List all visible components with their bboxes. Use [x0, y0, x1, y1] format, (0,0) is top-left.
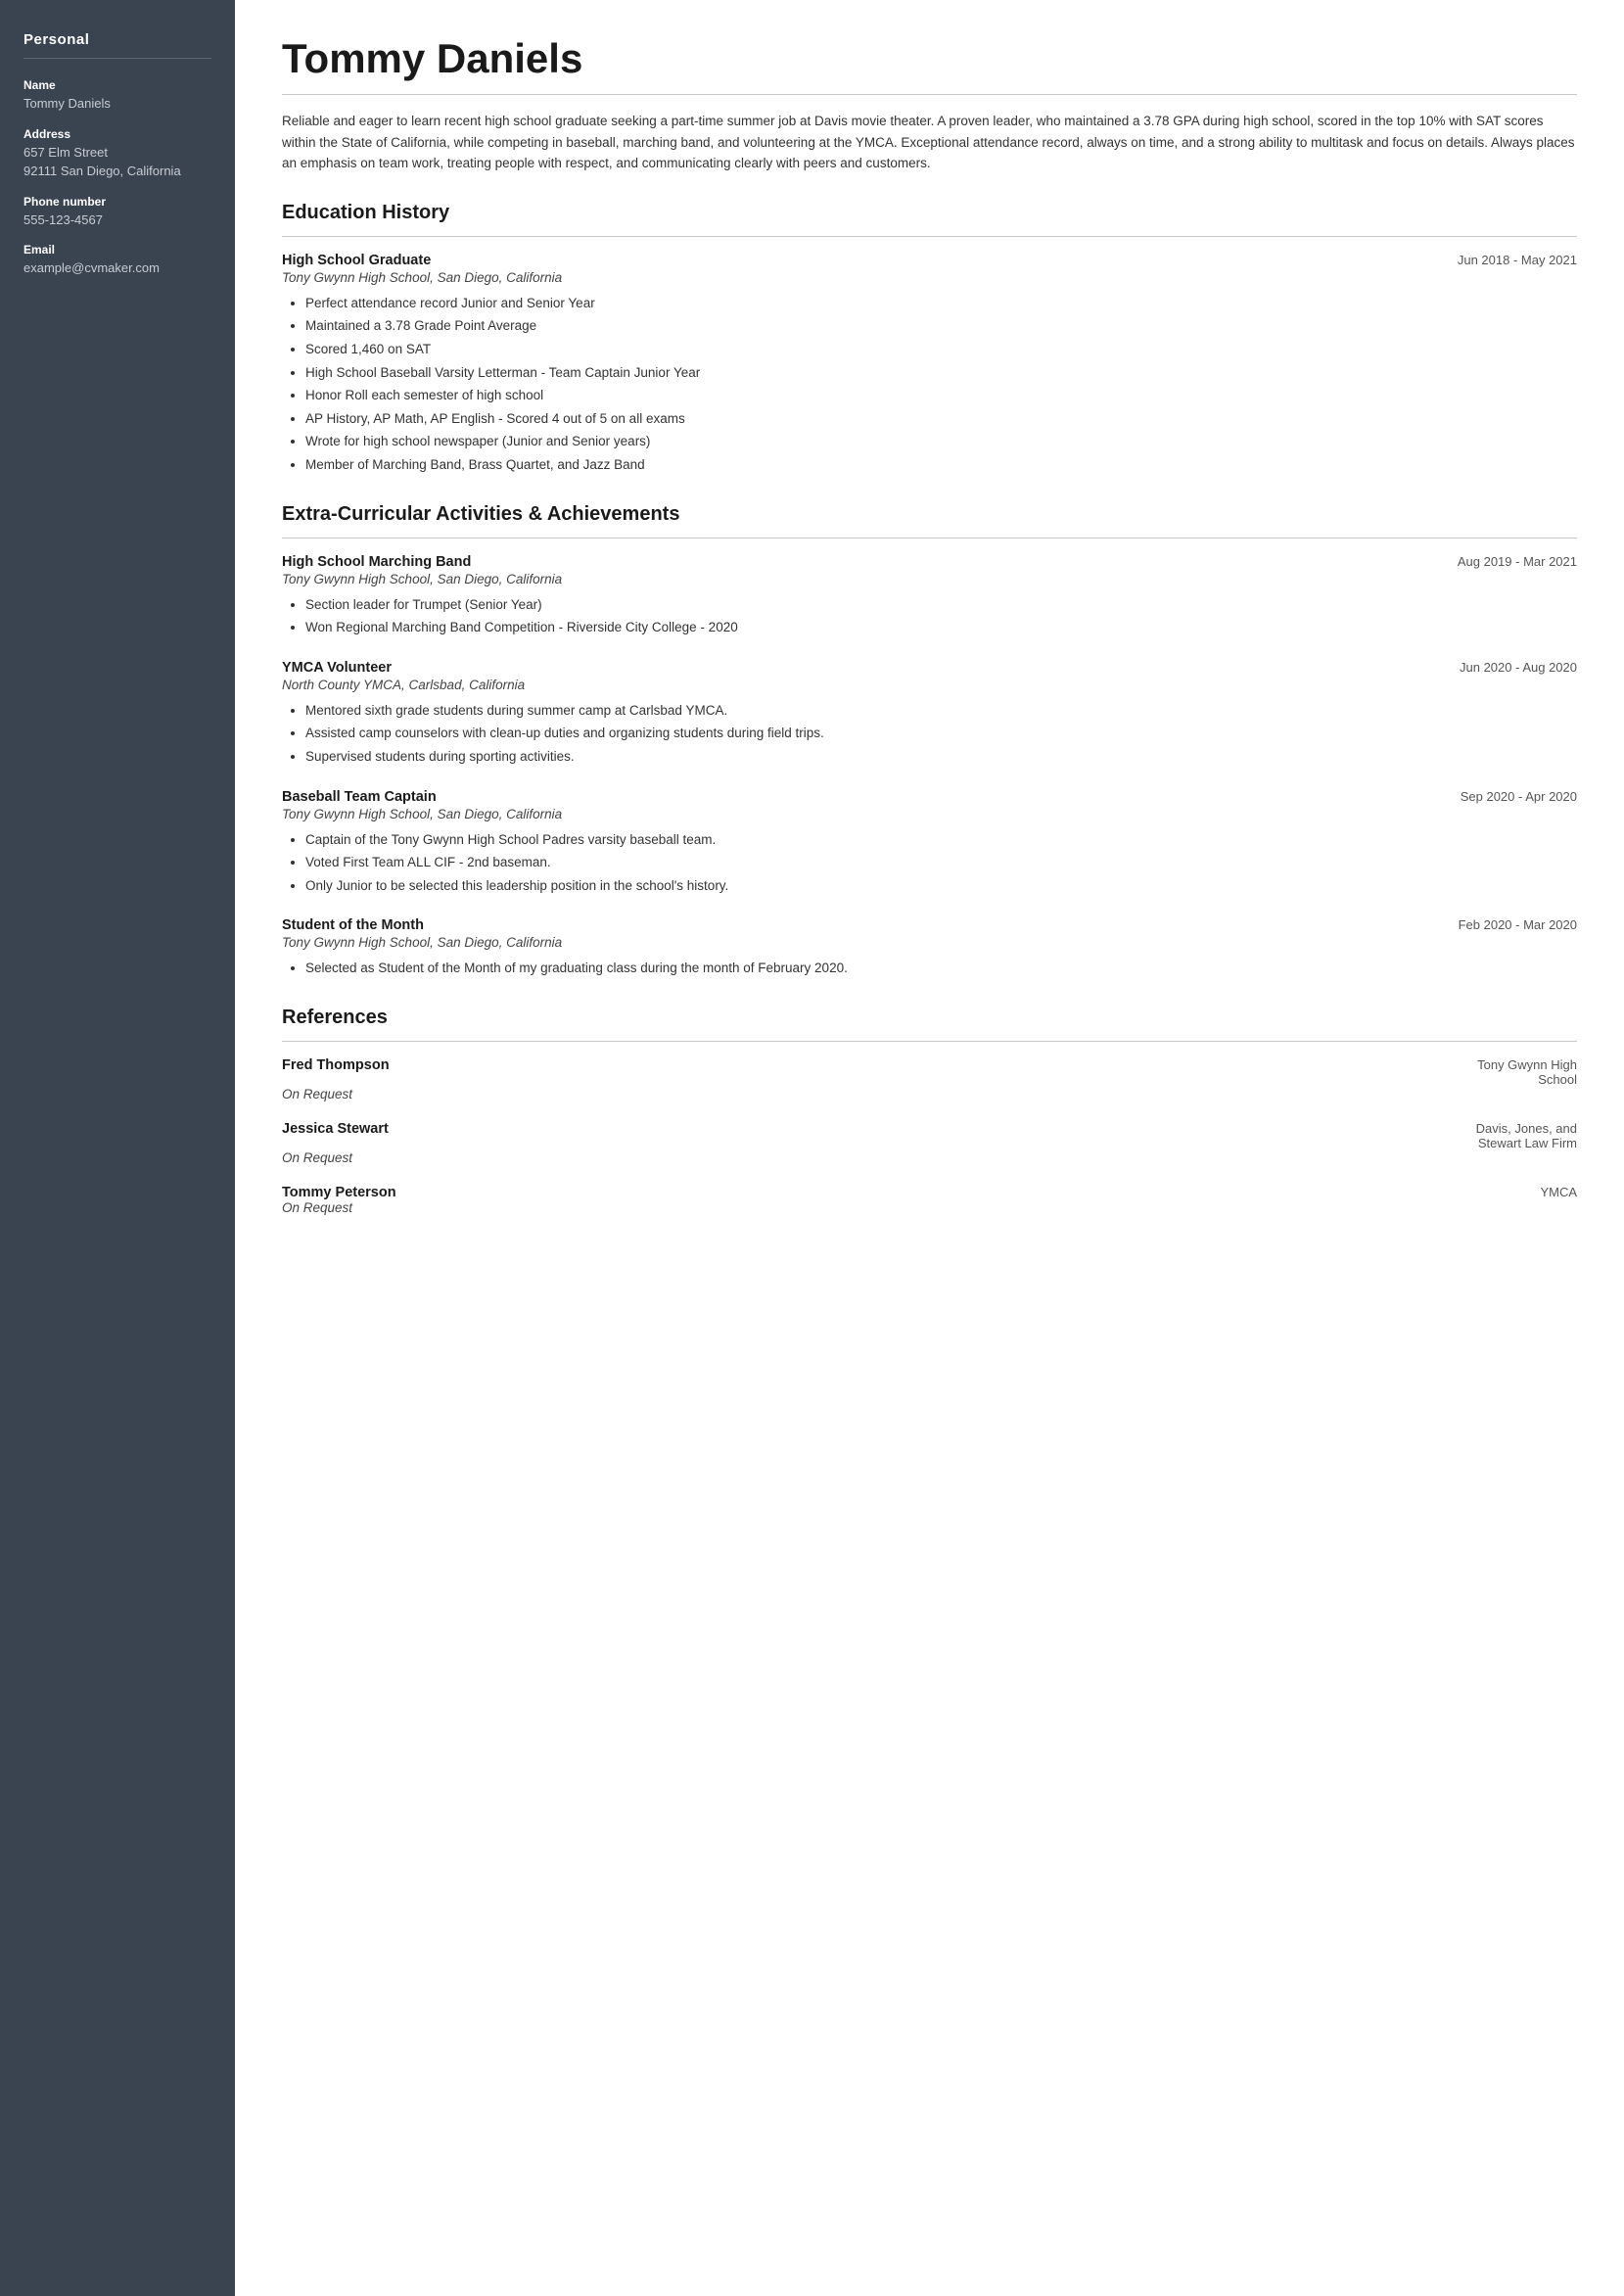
entry-subtitle: Tony Gwynn High School, San Diego, Calif…	[282, 807, 1577, 821]
entry-subtitle: North County YMCA, Carlsbad, California	[282, 678, 1577, 692]
ref-name: Fred Thompson	[282, 1057, 390, 1073]
list-item: Assisted camp counselors with clean-up d…	[305, 723, 1577, 744]
ref-subtitle: On Request	[282, 1150, 1577, 1165]
entry: YMCA Volunteer Jun 2020 - Aug 2020 North C…	[282, 660, 1577, 768]
entry-subtitle: Tony Gwynn High School, San Diego, Calif…	[282, 935, 1577, 950]
ref-entry: Tommy Peterson YMCAOn Request	[282, 1185, 1577, 1215]
entry: High School Graduate Jun 2018 - May 2021 T…	[282, 253, 1577, 476]
summary-text: Reliable and eager to learn recent high …	[282, 111, 1577, 174]
ref-entry: Fred Thompson Tony Gwynn HighSchoolOn Req…	[282, 1057, 1577, 1101]
resume-name: Tommy Daniels	[282, 35, 1577, 82]
list-item: Wrote for high school newspaper (Junior …	[305, 431, 1577, 452]
list-item: Maintained a 3.78 Grade Point Average	[305, 315, 1577, 337]
section-divider	[282, 236, 1577, 237]
entry-date: Feb 2020 - Mar 2020	[1459, 917, 1577, 932]
entry-title: YMCA Volunteer	[282, 660, 392, 676]
entry-title: High School Graduate	[282, 253, 431, 268]
section-title: References	[282, 1007, 1577, 1029]
ref-org: YMCA	[1540, 1185, 1577, 1199]
sidebar: Personal Name Tommy Daniels Address 657 Elm…	[0, 0, 235, 2296]
bullet-list: Captain of the Tony Gwynn High School Pa…	[282, 829, 1577, 897]
section-block: Education History High School Graduate Jun…	[282, 202, 1577, 476]
sidebar-field-label: Email	[23, 243, 211, 257]
bullet-list: Perfect attendance record Junior and Sen…	[282, 293, 1577, 476]
entry-date: Sep 2020 - Apr 2020	[1461, 789, 1577, 804]
ref-header: Fred Thompson Tony Gwynn HighSchool	[282, 1057, 1577, 1087]
entry-header: Student of the Month Feb 2020 - Mar 2020	[282, 917, 1577, 933]
ref-name: Tommy Peterson	[282, 1185, 396, 1200]
list-item: Captain of the Tony Gwynn High School Pa…	[305, 829, 1577, 851]
section-block: Extra-Curricular Activities & Achievemen…	[282, 503, 1577, 979]
bullet-list: Mentored sixth grade students during sum…	[282, 700, 1577, 768]
entry-header: High School Graduate Jun 2018 - May 2021	[282, 253, 1577, 268]
list-item: Only Junior to be selected this leadersh…	[305, 875, 1577, 897]
entry-header: YMCA Volunteer Jun 2020 - Aug 2020	[282, 660, 1577, 676]
sidebar-fields: Name Tommy Daniels Address 657 Elm Street92…	[23, 78, 211, 278]
section-title: Extra-Curricular Activities & Achievemen…	[282, 503, 1577, 526]
bullet-list: Section leader for Trumpet (Senior Year)…	[282, 594, 1577, 638]
entry-subtitle: Tony Gwynn High School, San Diego, Calif…	[282, 270, 1577, 285]
main-content: Tommy Daniels Reliable and eager to lear…	[235, 0, 1624, 2296]
sidebar-field-value: example@cvmaker.com	[23, 258, 211, 278]
list-item: Scored 1,460 on SAT	[305, 339, 1577, 360]
list-item: Member of Marching Band, Brass Quartet, …	[305, 454, 1577, 476]
list-item: Section leader for Trumpet (Senior Year)	[305, 594, 1577, 616]
ref-subtitle: On Request	[282, 1200, 1577, 1215]
sidebar-field-value: Tommy Daniels	[23, 94, 211, 114]
list-item: Perfect attendance record Junior and Sen…	[305, 293, 1577, 314]
list-item: Honor Roll each semester of high school	[305, 385, 1577, 406]
entry-title: Student of the Month	[282, 917, 424, 933]
sidebar-field-label: Phone number	[23, 195, 211, 209]
section-divider	[282, 538, 1577, 539]
sidebar-divider	[23, 58, 211, 59]
sidebar-field-value: 657 Elm Street92111 San Diego, Californi…	[23, 143, 211, 181]
entry-date: Jun 2018 - May 2021	[1458, 253, 1577, 267]
ref-header: Tommy Peterson YMCA	[282, 1185, 1577, 1200]
entry-subtitle: Tony Gwynn High School, San Diego, Calif…	[282, 572, 1577, 586]
list-item: Selected as Student of the Month of my g…	[305, 958, 1577, 979]
sidebar-section-title: Personal	[23, 31, 211, 48]
entry-header: Baseball Team Captain Sep 2020 - Apr 2020	[282, 789, 1577, 805]
entry-date: Aug 2019 - Mar 2021	[1458, 554, 1577, 569]
entry: Student of the Month Feb 2020 - Mar 2020 T…	[282, 917, 1577, 979]
entry: High School Marching Band Aug 2019 - Mar …	[282, 554, 1577, 638]
entry-date: Jun 2020 - Aug 2020	[1460, 660, 1577, 675]
list-item: High School Baseball Varsity Letterman -…	[305, 362, 1577, 384]
list-item: Voted First Team ALL CIF - 2nd baseman.	[305, 852, 1577, 873]
list-item: Supervised students during sporting acti…	[305, 746, 1577, 768]
entry-title: Baseball Team Captain	[282, 789, 437, 805]
sidebar-field-label: Address	[23, 127, 211, 141]
sidebar-field-label: Name	[23, 78, 211, 92]
entry: Baseball Team Captain Sep 2020 - Apr 2020…	[282, 789, 1577, 897]
entry-title: High School Marching Band	[282, 554, 471, 570]
main-sections: Education History High School Graduate Jun…	[282, 202, 1577, 1215]
ref-name: Jessica Stewart	[282, 1121, 389, 1137]
ref-subtitle: On Request	[282, 1087, 1577, 1101]
section-title: Education History	[282, 202, 1577, 224]
list-item: AP History, AP Math, AP English - Scored…	[305, 408, 1577, 430]
entry-header: High School Marching Band Aug 2019 - Mar …	[282, 554, 1577, 570]
bullet-list: Selected as Student of the Month of my g…	[282, 958, 1577, 979]
list-item: Won Regional Marching Band Competition -…	[305, 617, 1577, 638]
section-block: References Fred Thompson Tony Gwynn HighSc…	[282, 1007, 1577, 1215]
section-divider	[282, 1041, 1577, 1042]
main-top-divider	[282, 94, 1577, 95]
ref-header: Jessica Stewart Davis, Jones, andStewart …	[282, 1121, 1577, 1150]
ref-org: Davis, Jones, andStewart Law Firm	[1476, 1121, 1577, 1150]
list-item: Mentored sixth grade students during sum…	[305, 700, 1577, 722]
ref-entry: Jessica Stewart Davis, Jones, andStewart …	[282, 1121, 1577, 1165]
sidebar-field-value: 555-123-4567	[23, 211, 211, 230]
ref-org: Tony Gwynn HighSchool	[1477, 1057, 1577, 1087]
